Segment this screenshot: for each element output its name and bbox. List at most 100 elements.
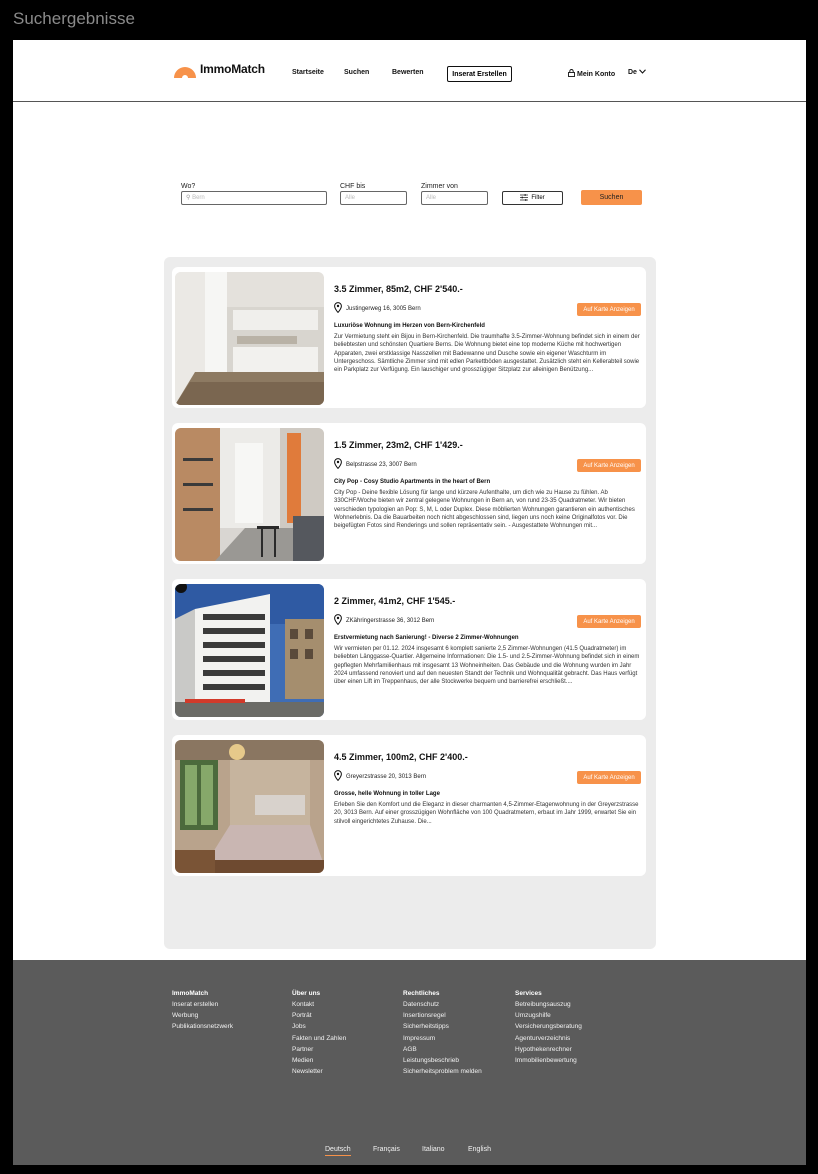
footer-link[interactable]: Immobilienbewertung	[515, 1057, 582, 1064]
search-submit-button[interactable]: Suchen	[581, 190, 642, 205]
footer-link[interactable]: Porträt	[292, 1012, 346, 1019]
footer-column-legal: Rechtliches Datenschutz Insertionsregel …	[403, 990, 482, 1079]
listing-title[interactable]: 4.5 Zimmer, 100m2, CHF 2'400.-	[334, 752, 468, 762]
account-label: Mein Konto	[577, 70, 616, 78]
rooms-input[interactable]: Alle	[421, 191, 488, 205]
footer-heading: ImmoMatch	[172, 990, 209, 997]
footer-link[interactable]: Partner	[292, 1046, 346, 1053]
listing-subtitle: City Pop - Cosy Studio Apartments in the…	[334, 479, 491, 485]
show-on-map-button[interactable]: Auf Karte Anzeigen	[577, 615, 641, 628]
results-panel: 3.5 Zimmer, 85m2, CHF 2'540.- Justingerw…	[164, 257, 656, 949]
listing-address: Greyerzstrasse 20, 3013 Bern	[334, 770, 426, 783]
footer-link[interactable]: Kontakt	[292, 1001, 346, 1008]
price-input[interactable]: Alle	[340, 191, 407, 205]
listing-card[interactable]: 2 Zimmer, 41m2, CHF 1'545.- ZKähringerst…	[172, 579, 646, 720]
chevron-down-icon	[639, 69, 646, 76]
footer-link[interactable]: Newsletter	[292, 1068, 346, 1075]
map-pin-icon	[334, 770, 342, 783]
logo-text: ImmoMatch	[200, 62, 265, 76]
where-placeholder: Bern	[192, 195, 205, 201]
language-option-en[interactable]: English	[468, 1146, 491, 1153]
listing-address: Belpstrasse 23, 3007 Bern	[334, 458, 417, 471]
listing-address-text: Belpstrasse 23, 3007 Bern	[346, 461, 417, 468]
listing-address-text: Justingerweg 16, 3005 Bern	[346, 305, 421, 312]
account-link[interactable]: Mein Konto	[568, 69, 615, 79]
nav-home-link[interactable]: Startseite	[292, 69, 324, 76]
footer-link[interactable]: AGB	[403, 1046, 482, 1053]
listing-description: City Pop - Deine flexible Lösung für lan…	[334, 490, 635, 530]
map-pin-icon	[334, 614, 342, 627]
footer-column-immomatch: ImmoMatch Inserat erstellen Werbung Publ…	[172, 990, 233, 1035]
language-select[interactable]: De	[628, 69, 646, 76]
footer-column-about: Über uns Kontakt Porträt Jobs Fakten und…	[292, 990, 346, 1079]
listing-description: Zur Vermietung steht ein Bijou in Bern-K…	[334, 334, 640, 374]
footer-link[interactable]: Versicherungsberatung	[515, 1023, 582, 1030]
map-pin-icon	[334, 458, 342, 471]
map-pin-icon	[334, 302, 342, 315]
language-option-de[interactable]: Deutsch	[325, 1146, 351, 1156]
footer-link[interactable]: Fakten und Zahlen	[292, 1035, 346, 1042]
listing-title[interactable]: 2 Zimmer, 41m2, CHF 1'545.-	[334, 596, 455, 606]
footer-heading: Über uns	[292, 990, 321, 997]
listing-description: Wir vermieten per 01.12. 2024 insgesamt …	[334, 646, 640, 686]
footer-link[interactable]: Inserat erstellen	[172, 1001, 233, 1008]
search-icon: ⚲	[186, 195, 191, 201]
footer-link[interactable]: Insertionsregel	[403, 1012, 482, 1019]
show-on-map-button[interactable]: Auf Karte Anzeigen	[577, 459, 641, 472]
footer-link[interactable]: Sicherheitstipps	[403, 1023, 482, 1030]
listing-image-kitchen[interactable]	[175, 272, 324, 405]
logo[interactable]: ImmoMatch	[173, 59, 265, 79]
nav-search-link[interactable]: Suchen	[344, 69, 369, 76]
footer: ImmoMatch Inserat erstellen Werbung Publ…	[13, 960, 806, 1165]
footer-link[interactable]: Impressum	[403, 1035, 482, 1042]
footer-link[interactable]: Umzugshilfe	[515, 1012, 582, 1019]
filter-button[interactable]: Filter	[502, 191, 563, 205]
listing-image-studio[interactable]	[175, 428, 324, 561]
listing-address: ZKähringerstrasse 36, 3012 Bern	[334, 614, 434, 627]
create-listing-button[interactable]: Inserat Erstellen	[447, 66, 512, 82]
listing-subtitle: Luxuriöse Wohnung im Herzen von Bern-Kir…	[334, 323, 485, 329]
listing-image-bedroom[interactable]	[175, 740, 324, 873]
filter-label: Filter	[531, 195, 545, 201]
footer-heading: Services	[515, 990, 542, 997]
header: ImmoMatch Startseite Suchen Bewerten Ins…	[13, 40, 806, 102]
listing-subtitle: Erstvermietung nach Sanierung! - Diverse…	[334, 635, 519, 641]
listing-card[interactable]: 4.5 Zimmer, 100m2, CHF 2'400.- Greyerzst…	[172, 735, 646, 876]
language-option-it[interactable]: Italiano	[422, 1146, 445, 1153]
footer-link[interactable]: Werbung	[172, 1012, 233, 1019]
nav-rate-link[interactable]: Bewerten	[392, 69, 424, 76]
listing-title[interactable]: 1.5 Zimmer, 23m2, CHF 1'429.-	[334, 440, 463, 450]
footer-heading: Rechtliches	[403, 990, 440, 997]
show-on-map-button[interactable]: Auf Karte Anzeigen	[577, 303, 641, 316]
listing-address-text: Greyerzstrasse 20, 3013 Bern	[346, 773, 427, 780]
page: ImmoMatch Startseite Suchen Bewerten Ins…	[13, 40, 806, 1165]
listing-title[interactable]: 3.5 Zimmer, 85m2, CHF 2'540.-	[334, 284, 463, 294]
logo-icon	[173, 59, 197, 79]
footer-link[interactable]: Agenturverzeichnis	[515, 1035, 582, 1042]
price-label: CHF bis	[340, 183, 366, 190]
listing-subtitle: Grosse, helle Wohnung in toller Lage	[334, 791, 440, 797]
rooms-label: Zimmer von	[421, 183, 458, 190]
frame-title: Suchergebnisse	[13, 9, 135, 28]
footer-link[interactable]: Publikationsnetzwerk	[172, 1023, 233, 1030]
listing-card[interactable]: 1.5 Zimmer, 23m2, CHF 1'429.- Belpstrass…	[172, 423, 646, 564]
sliders-icon	[520, 193, 529, 203]
footer-link[interactable]: Jobs	[292, 1023, 346, 1030]
listing-address-text: ZKähringerstrasse 36, 3012 Bern	[346, 617, 435, 624]
language-value: De	[628, 69, 637, 76]
listing-description: Erleben Sie den Komfort und die Eleganz …	[334, 802, 639, 825]
footer-link[interactable]: Datenschutz	[403, 1001, 482, 1008]
footer-link[interactable]: Leistungsbeschrieb	[403, 1057, 482, 1064]
listing-address: Justingerweg 16, 3005 Bern	[334, 302, 421, 315]
lock-icon	[568, 69, 575, 79]
footer-link[interactable]: Betreibungsauszug	[515, 1001, 582, 1008]
footer-link[interactable]: Hypothekenrechner	[515, 1046, 582, 1053]
where-input[interactable]: ⚲ Bern	[181, 191, 327, 205]
show-on-map-button[interactable]: Auf Karte Anzeigen	[577, 771, 641, 784]
footer-link[interactable]: Medien	[292, 1057, 346, 1064]
listing-card[interactable]: 3.5 Zimmer, 85m2, CHF 2'540.- Justingerw…	[172, 267, 646, 408]
language-option-fr[interactable]: Français	[373, 1146, 400, 1153]
listing-image-building[interactable]	[175, 584, 324, 717]
where-label: Wo?	[181, 183, 196, 190]
footer-link[interactable]: Sicherheitsproblem melden	[403, 1068, 482, 1075]
